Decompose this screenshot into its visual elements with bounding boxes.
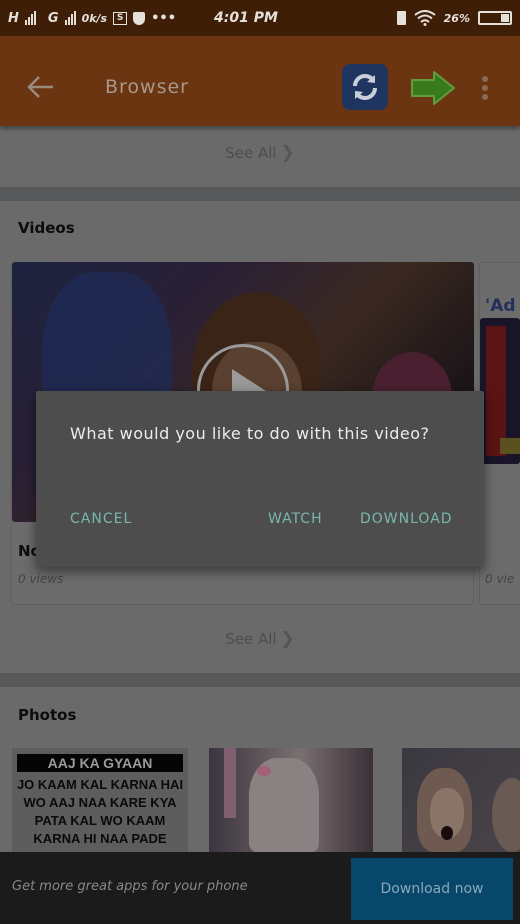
photo-thumbnail-wizard[interactable] <box>209 748 373 852</box>
sync-icon <box>353 74 377 100</box>
photo-thumbnail-surprised[interactable] <box>402 748 520 852</box>
video-thumb-caption: 'Ad <box>485 296 516 316</box>
signal-icon-2 <box>64 11 76 25</box>
see-all-label: See All <box>225 144 277 162</box>
signal-icon <box>24 11 36 25</box>
arrow-left-icon[interactable] <box>26 74 56 100</box>
chevron-right-icon: ❯ <box>280 143 295 163</box>
section-divider <box>0 187 520 201</box>
status-bar: H G 0k/s S ••• 4:01 PM 26% <box>0 0 520 36</box>
see-all-label: See All <box>225 630 277 648</box>
download-now-button[interactable]: Download now <box>351 858 513 920</box>
shield-check-icon <box>133 11 146 25</box>
photo-thumbnail-meme[interactable]: AAJ KA GYAAN JO KAAM KAL KARNA HAI WO AA… <box>12 748 188 852</box>
sim-s-icon: S <box>113 11 128 25</box>
videos-section-title: Videos <box>18 219 75 237</box>
network-type-h: H <box>8 10 19 26</box>
meme-line: PATA KAL WO KAAM <box>34 813 166 828</box>
photos-section-title: Photos <box>18 706 77 724</box>
more-notifications-icon: ••• <box>151 10 177 26</box>
meme-line: WO AAJ NAA KARE KYA <box>23 795 177 810</box>
video-action-dialog: What would you like to do with this vide… <box>36 391 484 567</box>
battery-saver-icon <box>396 11 406 25</box>
watch-button[interactable]: WATCH <box>268 511 323 527</box>
more-vert-icon[interactable] <box>480 76 490 103</box>
video-views: 0 views <box>18 572 64 586</box>
cancel-button[interactable]: CANCEL <box>70 511 132 527</box>
clock: 4:01 PM <box>214 10 278 26</box>
dialog-message: What would you like to do with this vide… <box>70 424 430 443</box>
page-title: Browser <box>105 76 189 98</box>
meme-line: JO KAAM KAL KARNA HAI <box>16 777 184 792</box>
meme-header: AAJ KA GYAAN <box>17 754 183 772</box>
data-speed: 0k/s <box>81 11 108 25</box>
ad-banner: Get more great apps for your phone Downl… <box>0 852 520 924</box>
section-divider <box>0 673 520 687</box>
see-all-link-top[interactable]: See All ❯ <box>0 143 520 163</box>
video-views: 0 vie <box>485 572 515 586</box>
battery-icon <box>478 11 512 25</box>
ad-text: Get more great apps for your phone <box>12 879 248 894</box>
green-arrow-right-icon[interactable] <box>410 70 456 106</box>
chevron-right-icon: ❯ <box>280 629 295 649</box>
video-thumbnail[interactable] <box>480 318 520 464</box>
download-button[interactable]: DOWNLOAD <box>360 511 453 527</box>
network-type-g: G <box>47 10 59 26</box>
meme-line: KARNA HI NAA PADE <box>33 831 167 846</box>
battery-percent: 26% <box>443 11 470 25</box>
see-all-link-videos[interactable]: See All ❯ <box>0 629 520 649</box>
sync-button[interactable] <box>342 64 388 110</box>
wifi-icon <box>414 10 436 26</box>
